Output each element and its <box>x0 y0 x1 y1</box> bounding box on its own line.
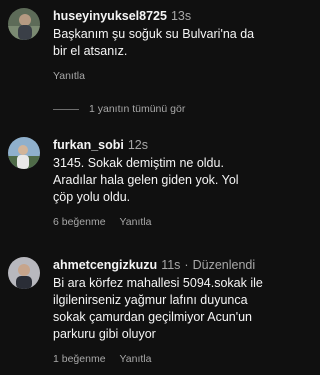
dot-separator: · <box>184 258 189 272</box>
comment-text: 3145. Sokak demiştim ne oldu. Aradılar h… <box>53 156 239 204</box>
avatar[interactable] <box>8 257 40 289</box>
timestamp: 12s <box>127 138 149 152</box>
divider <box>53 108 79 110</box>
avatar-image-icon <box>8 257 40 289</box>
reply-button[interactable]: Yanıtla <box>120 353 152 365</box>
reply-button[interactable]: Yanıtla <box>53 70 85 82</box>
view-replies-label: 1 yanıtın tümünü gör <box>89 103 186 115</box>
timestamp: 11s <box>161 258 181 272</box>
username[interactable]: ahmetcengizkuzu <box>53 258 157 272</box>
avatar-image-icon <box>8 137 40 169</box>
likes-count[interactable]: 6 beğenme <box>53 216 106 228</box>
comment-text: Bi ara körfez mahallesi 5094.sokak ile i… <box>53 276 263 341</box>
edited-label: Düzenlendi <box>192 258 256 272</box>
view-replies-button[interactable]: 1 yanıtın tümünü gör <box>53 103 185 115</box>
reply-button[interactable]: Yanıtla <box>120 216 152 228</box>
avatar[interactable] <box>8 137 40 169</box>
avatar[interactable] <box>8 8 40 40</box>
timestamp: 13s <box>170 9 192 23</box>
username[interactable]: huseyinyuksel8725 <box>53 9 167 23</box>
comment-text: Başkanım şu soğuk su Bulvari'na da bir e… <box>53 27 255 58</box>
username[interactable]: furkan_sobi <box>53 138 124 152</box>
likes-count[interactable]: 1 beğenme <box>53 353 106 365</box>
avatar-image-icon <box>8 8 40 40</box>
